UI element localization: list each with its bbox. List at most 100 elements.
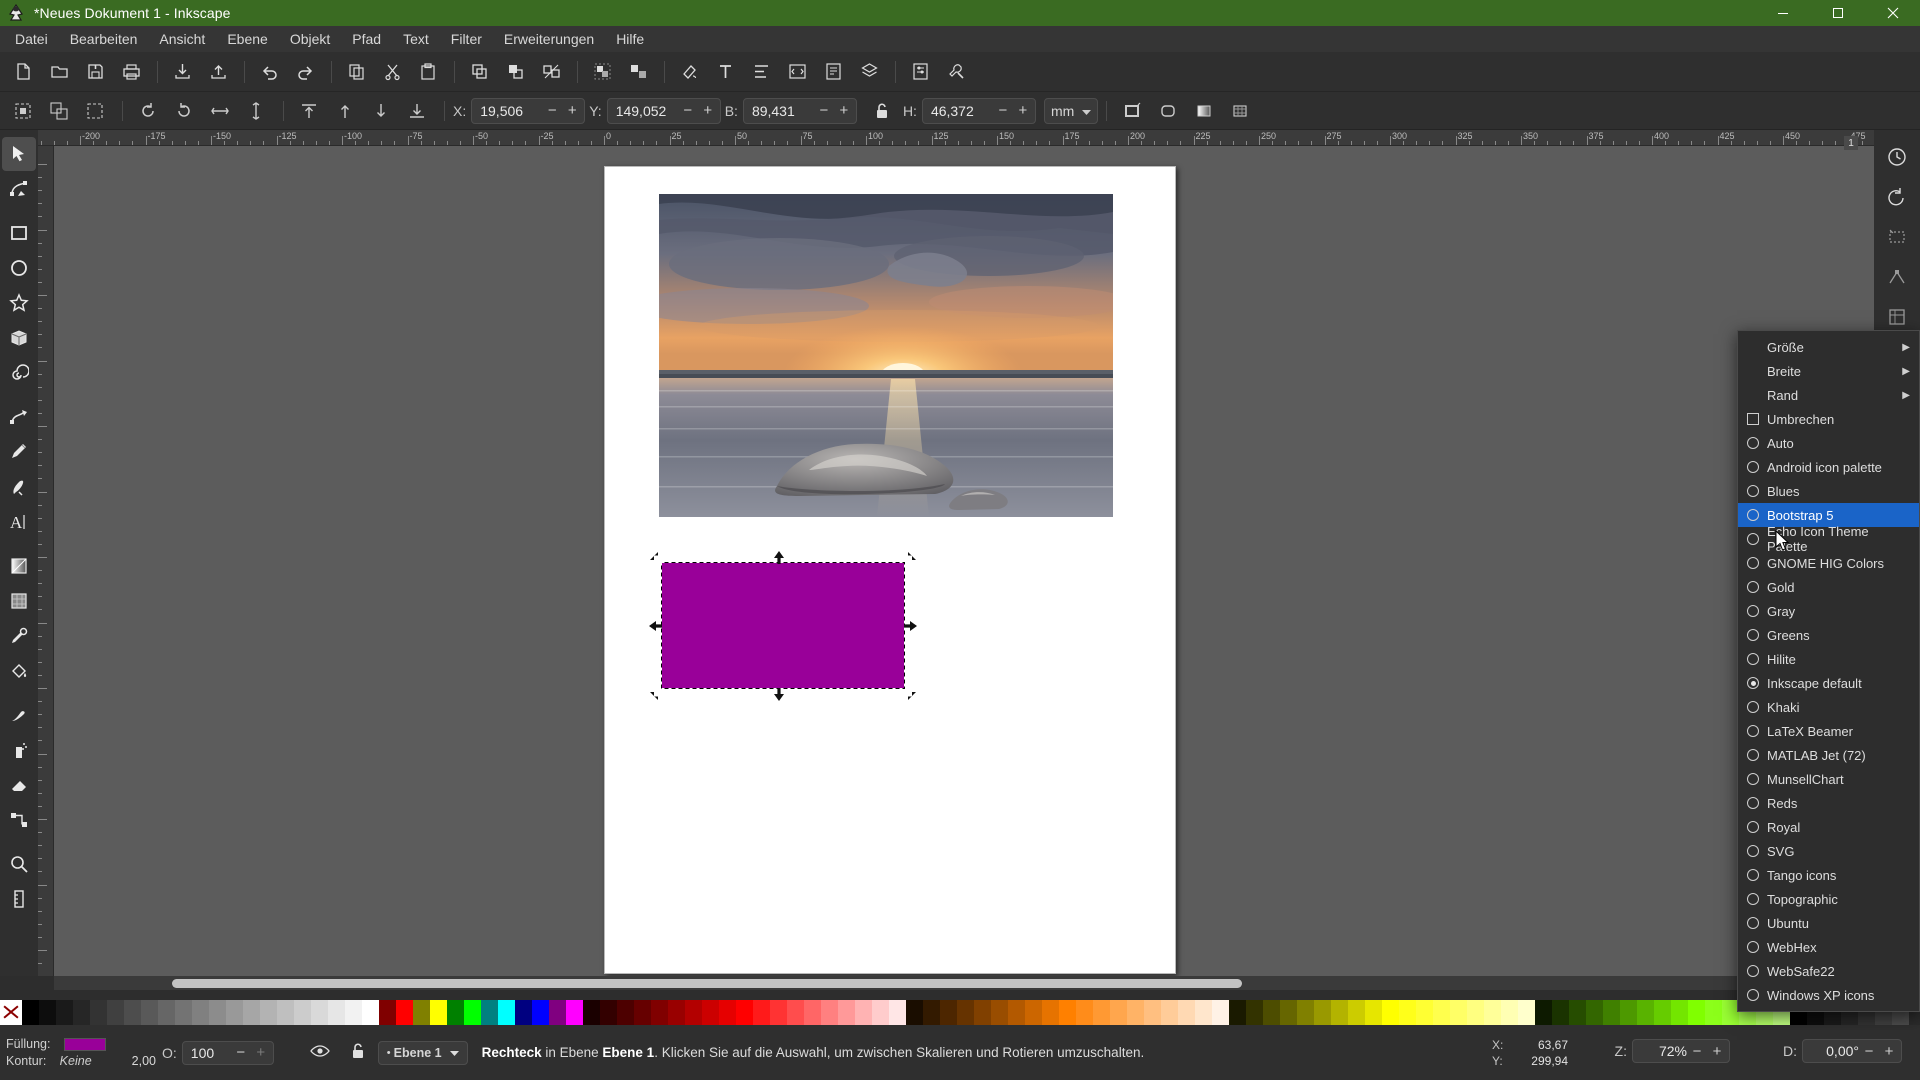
menu-pfad[interactable]: Pfad [341, 28, 392, 50]
redo-icon[interactable] [288, 56, 322, 88]
palette-swatch[interactable] [1110, 1000, 1127, 1025]
fill-stroke-indicator[interactable]: Füllung: Kontur: Keine 2,00 [6, 1036, 156, 1070]
palette-swatch[interactable] [1433, 1000, 1450, 1025]
palette-swatch[interactable] [243, 1000, 260, 1025]
palette-swatch[interactable] [481, 1000, 498, 1025]
palette-swatch[interactable] [838, 1000, 855, 1025]
popup-palette-item[interactable]: WebSafe22 [1738, 959, 1919, 983]
palette-swatch[interactable] [328, 1000, 345, 1025]
rotation-increment-button[interactable]: + [1879, 1039, 1899, 1063]
import-icon[interactable] [165, 56, 199, 88]
unlink-clone-icon[interactable] [534, 56, 568, 88]
menu-hilfe[interactable]: Hilfe [605, 28, 655, 50]
palette-swatch[interactable] [1484, 1000, 1501, 1025]
palette-swatch[interactable] [396, 1000, 413, 1025]
palette-swatch[interactable] [600, 1000, 617, 1025]
menu-erweiterungen[interactable]: Erweiterungen [493, 28, 605, 50]
star-tool[interactable] [2, 286, 36, 320]
palette-swatch[interactable] [872, 1000, 889, 1025]
3dbox-tool[interactable] [2, 321, 36, 355]
layer-selector[interactable]: • Ebene 1 [377, 1040, 468, 1065]
palette-swatch[interactable] [1586, 1000, 1603, 1025]
y-decrement-button[interactable]: − [678, 99, 698, 123]
palette-swatch[interactable] [209, 1000, 226, 1025]
palette-swatch[interactable] [719, 1000, 736, 1025]
lower-icon[interactable] [364, 96, 398, 126]
paintbucket-tool[interactable] [2, 654, 36, 688]
palette-swatch[interactable] [753, 1000, 770, 1025]
palette-swatch[interactable] [413, 1000, 430, 1025]
palette-swatch[interactable] [923, 1000, 940, 1025]
popup-palette-item[interactable]: Tango icons [1738, 863, 1919, 887]
palette-swatch[interactable] [583, 1000, 600, 1025]
opacity-value[interactable]: 100 [191, 1045, 231, 1061]
rotation-value[interactable]: 0,00° [1811, 1043, 1859, 1059]
rotate-ccw-icon[interactable] [131, 96, 165, 126]
rotation-field[interactable]: 0,00° − + [1802, 1039, 1902, 1063]
palette-swatch[interactable] [430, 1000, 447, 1025]
xml-editor-icon[interactable] [780, 56, 814, 88]
palette-swatch[interactable] [549, 1000, 566, 1025]
palette-swatch[interactable] [1518, 1000, 1535, 1025]
popup-palette-item[interactable]: Gray [1738, 599, 1919, 623]
menu-ebene[interactable]: Ebene [216, 28, 278, 50]
palette-swatch[interactable] [1569, 1000, 1586, 1025]
dropper-tool[interactable] [2, 619, 36, 653]
affect-patterns-icon[interactable] [1223, 96, 1257, 126]
y-increment-button[interactable]: + [698, 99, 718, 123]
palette-swatch[interactable] [1127, 1000, 1144, 1025]
palette-swatch[interactable] [804, 1000, 821, 1025]
popup-palette-item[interactable]: Windows XP icons [1738, 983, 1919, 1007]
zoom-increment-button[interactable]: + [1707, 1039, 1727, 1063]
palette-swatch[interactable] [192, 1000, 209, 1025]
palette-swatch[interactable] [889, 1000, 906, 1025]
palette-swatch[interactable] [447, 1000, 464, 1025]
horizontal-scrollbar-thumb[interactable] [172, 979, 1242, 988]
menu-filter[interactable]: Filter [440, 28, 493, 50]
palette-swatch[interactable] [957, 1000, 974, 1025]
width-increment-button[interactable]: + [834, 99, 854, 123]
popup-palette-item[interactable]: SVG [1738, 839, 1919, 863]
paste-icon[interactable] [411, 56, 445, 88]
popup-palette-item[interactable]: Royal [1738, 815, 1919, 839]
palette-swatch[interactable] [1314, 1000, 1331, 1025]
palette-swatch[interactable] [1195, 1000, 1212, 1025]
palette-swatch[interactable] [464, 1000, 481, 1025]
palette-swatch[interactable] [991, 1000, 1008, 1025]
spray-tool[interactable] [2, 733, 36, 767]
palette-swatch[interactable] [107, 1000, 124, 1025]
document-page[interactable] [604, 166, 1176, 974]
popup-submenu-1[interactable]: Breite ▶ [1738, 359, 1919, 383]
palette-swatch[interactable] [1331, 1000, 1348, 1025]
spiral-tool[interactable] [2, 356, 36, 390]
connector-tool[interactable] [2, 803, 36, 837]
align-distribute-icon[interactable] [744, 56, 778, 88]
affect-rounded-corners-icon[interactable] [1151, 96, 1185, 126]
palette-swatch[interactable] [515, 1000, 532, 1025]
bezier-tool[interactable] [2, 400, 36, 434]
measure-tool[interactable] [2, 882, 36, 916]
palette-swatch[interactable] [141, 1000, 158, 1025]
horizontal-scrollbar[interactable] [54, 976, 1874, 990]
palette-swatch[interactable] [1229, 1000, 1246, 1025]
no-color-icon[interactable] [0, 1000, 22, 1025]
zoom-decrement-button[interactable]: − [1687, 1039, 1707, 1063]
canvas[interactable] [54, 146, 1874, 976]
palette-swatch[interactable] [974, 1000, 991, 1025]
tweak-tool[interactable] [2, 698, 36, 732]
palette-swatch[interactable] [1025, 1000, 1042, 1025]
eye-icon[interactable] [309, 1043, 330, 1062]
palette-swatch[interactable] [1552, 1000, 1569, 1025]
palette-swatch[interactable] [1212, 1000, 1229, 1025]
palette-swatch[interactable] [1501, 1000, 1518, 1025]
palette-swatch[interactable] [260, 1000, 277, 1025]
palette-swatch[interactable] [1008, 1000, 1025, 1025]
palette-swatch[interactable] [787, 1000, 804, 1025]
stroke-value[interactable]: Keine [60, 1053, 92, 1070]
group-icon[interactable] [585, 56, 619, 88]
palette-swatch[interactable] [345, 1000, 362, 1025]
vertical-ruler[interactable] [38, 146, 54, 976]
palette-swatch[interactable] [906, 1000, 923, 1025]
palette-swatch[interactable] [311, 1000, 328, 1025]
popup-palette-item[interactable]: WebHex [1738, 935, 1919, 959]
